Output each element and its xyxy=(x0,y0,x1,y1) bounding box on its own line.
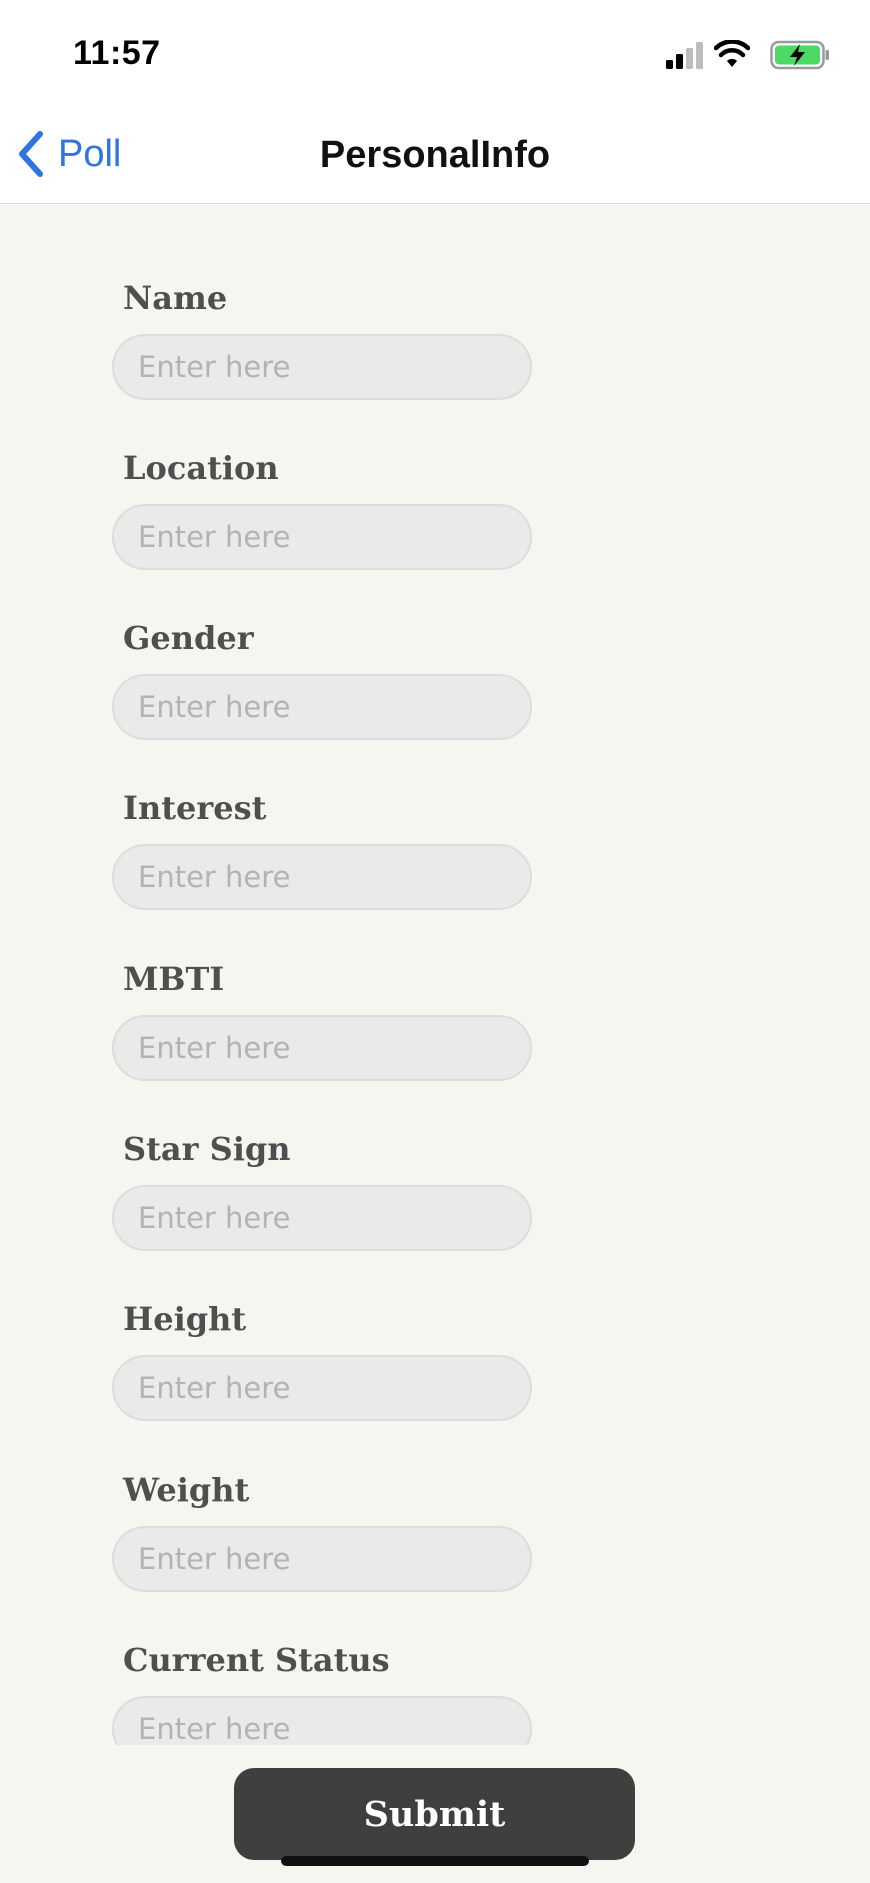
back-button[interactable]: Poll xyxy=(16,128,121,180)
field-current-status: Current Status xyxy=(112,1634,532,1745)
gender-label: Gender xyxy=(123,619,254,657)
field-star-sign: Star Sign xyxy=(112,1123,532,1251)
chevron-left-icon xyxy=(19,131,43,177)
field-mbti: MBTI xyxy=(112,953,532,1081)
current-status-label: Current Status xyxy=(123,1641,390,1679)
current-status-input[interactable] xyxy=(112,1696,532,1745)
height-input[interactable] xyxy=(112,1355,532,1421)
star-sign-input[interactable] xyxy=(112,1185,532,1251)
field-interest: Interest xyxy=(112,782,532,910)
height-label: Height xyxy=(123,1300,247,1338)
back-button-label: Poll xyxy=(58,132,122,175)
field-gender: Gender xyxy=(112,612,532,740)
personal-info-form: Name Location Gender Interest MBTI Star … xyxy=(0,205,870,1745)
star-sign-label: Star Sign xyxy=(123,1130,291,1168)
signal-icon xyxy=(666,42,703,69)
submit-button[interactable]: Submit xyxy=(234,1768,635,1860)
name-label: Name xyxy=(123,279,228,317)
mbti-label: MBTI xyxy=(123,960,225,998)
interest-input[interactable] xyxy=(112,844,532,910)
mbti-input[interactable] xyxy=(112,1015,532,1081)
home-indicator xyxy=(281,1856,589,1866)
location-label: Location xyxy=(123,449,279,487)
gender-input[interactable] xyxy=(112,674,532,740)
wifi-icon xyxy=(714,40,750,67)
navigation-bar: Poll PersonalInfo xyxy=(0,100,870,204)
location-input[interactable] xyxy=(112,504,532,570)
name-input[interactable] xyxy=(112,334,532,400)
status-time: 11:57 xyxy=(73,34,161,72)
weight-input[interactable] xyxy=(112,1526,532,1592)
page-title: PersonalInfo xyxy=(319,134,551,176)
field-location: Location xyxy=(112,442,532,570)
battery-charging-icon xyxy=(770,40,829,70)
field-name: Name xyxy=(112,272,532,400)
status-bar: 11:57 xyxy=(0,0,870,100)
weight-label: Weight xyxy=(123,1471,250,1509)
field-height: Height xyxy=(112,1293,532,1421)
interest-label: Interest xyxy=(123,789,267,827)
field-weight: Weight xyxy=(112,1464,532,1592)
